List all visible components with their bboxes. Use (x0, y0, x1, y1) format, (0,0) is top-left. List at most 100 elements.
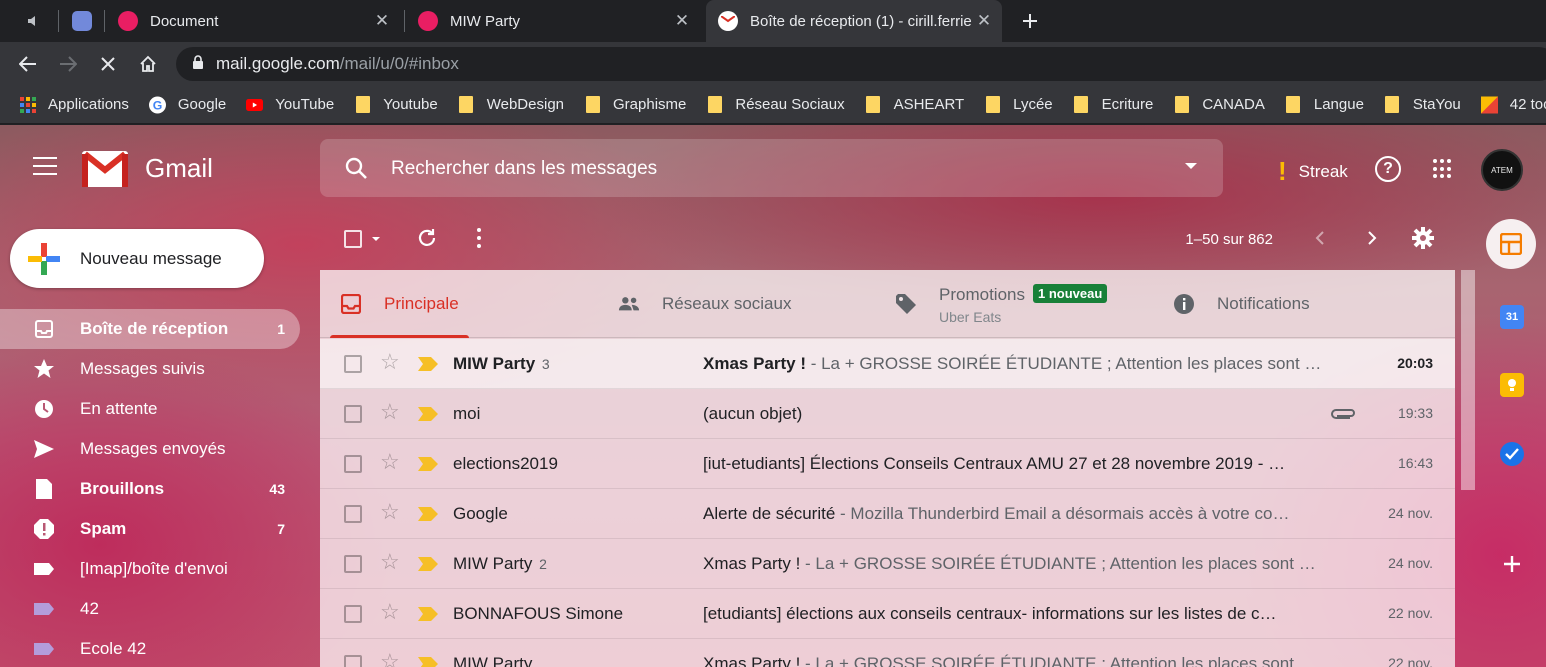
discord-tab-icon[interactable] (69, 8, 95, 34)
email-row[interactable]: ☆ MIW Party 3 Xmas Party ! - La + GROSSE… (320, 339, 1455, 389)
inbox-scrollbar[interactable] (1461, 270, 1475, 490)
email-row[interactable]: ☆ MIW Party 2 Xmas Party ! - La + GROSSE… (320, 539, 1455, 589)
bookmark-folder[interactable]: ASHEART (865, 96, 964, 113)
tab-miw-party[interactable]: MIW Party ✕ (408, 0, 702, 42)
row-checkbox[interactable] (344, 655, 362, 667)
url-path: /mail/u/0/#inbox (339, 54, 459, 73)
star-icon[interactable]: ☆ (380, 651, 400, 667)
google-apps-icon[interactable] (1433, 159, 1453, 179)
new-tab-icon[interactable] (1015, 6, 1045, 36)
speaker-icon[interactable] (21, 8, 47, 34)
important-marker-icon[interactable] (418, 357, 438, 371)
stop-loading-icon[interactable] (96, 52, 120, 76)
send-icon (33, 438, 55, 460)
tasks-icon[interactable] (1500, 442, 1524, 466)
important-marker-icon[interactable] (418, 407, 438, 421)
email-row[interactable]: ☆ Google Alerte de sécurité - Mozilla Th… (320, 489, 1455, 539)
bookmark-folder[interactable]: WebDesign (458, 96, 564, 113)
sender-name: MIW Party (453, 654, 533, 667)
sidebar-item-sent[interactable]: Messages envoyés (0, 429, 300, 469)
row-checkbox[interactable] (344, 505, 362, 523)
gmail-logo-icon[interactable] (82, 151, 128, 187)
sidebar-item-starred[interactable]: Messages suivis (0, 349, 300, 389)
tab-updates[interactable]: Notifications (1173, 270, 1310, 338)
settings-gear-icon[interactable] (1411, 226, 1435, 255)
tab-primary[interactable]: Principale (330, 270, 469, 338)
sidebar-item-inbox[interactable]: Boîte de réception 1 (0, 309, 300, 349)
close-tab-icon[interactable]: ✕ (974, 11, 994, 31)
row-checkbox[interactable] (344, 555, 362, 573)
bookmark-folder[interactable]: Lycée (984, 96, 1053, 113)
sidebar-item-snoozed[interactable]: En attente (0, 389, 300, 429)
keep-icon[interactable] (1500, 373, 1524, 397)
bookmark-folder[interactable]: Réseau Sociaux (706, 96, 845, 113)
tab-label: Principale (384, 294, 459, 313)
star-icon[interactable]: ☆ (380, 351, 400, 373)
search-icon[interactable] (344, 156, 368, 185)
star-icon[interactable]: ☆ (380, 451, 400, 473)
address-bar[interactable]: mail.google.com/mail/u/0/#inbox (176, 47, 1546, 81)
email-row[interactable]: ☆ moi (aucun objet) 19:33 (320, 389, 1455, 439)
calendar-icon[interactable]: 31 (1500, 305, 1524, 329)
tab-promotions[interactable]: Promotions 1 nouveau Uber Eats (895, 270, 1108, 338)
bookmark-folder[interactable]: Youtube (354, 96, 438, 113)
select-menu-icon[interactable] (372, 237, 380, 241)
bookmark-folder[interactable]: Langue (1285, 96, 1364, 113)
bookmark-google[interactable]: G Google (148, 96, 226, 113)
email-subject: Xmas Party ! (703, 554, 801, 573)
email-row[interactable]: ☆ elections2019 [iut-etudiants] Élection… (320, 439, 1455, 489)
bookmark-label: Lycée (1013, 96, 1053, 113)
newer-page-icon[interactable] (1315, 230, 1325, 251)
sidebar-item-drafts[interactable]: Brouillons 43 (0, 469, 300, 509)
bookmark-42-toolkit[interactable]: 42 toolk (1480, 96, 1546, 113)
star-icon[interactable]: ☆ (380, 601, 400, 623)
star-icon[interactable]: ☆ (380, 501, 400, 523)
row-checkbox[interactable] (344, 405, 362, 423)
important-marker-icon[interactable] (418, 457, 438, 471)
bookmark-folder[interactable]: Graphisme (584, 96, 686, 113)
bookmark-applications[interactable]: Applications (19, 96, 129, 113)
sidebar-item-ecole-42[interactable]: Ecole 42 (0, 629, 300, 667)
sidebar-item-spam[interactable]: Spam 7 (0, 509, 300, 549)
bookmark-folder[interactable]: CANADA (1173, 96, 1265, 113)
add-addon-icon[interactable] (1504, 556, 1520, 577)
bookmark-youtube[interactable]: YouTube (246, 96, 334, 113)
compose-button[interactable]: Nouveau message (10, 229, 264, 288)
row-checkbox[interactable] (344, 605, 362, 623)
search-bar[interactable]: Rechercher dans les messages (320, 139, 1223, 197)
email-date: 16:43 (1397, 455, 1433, 471)
close-tab-icon[interactable]: ✕ (372, 11, 392, 31)
main-menu-icon[interactable] (33, 157, 57, 175)
older-page-icon[interactable] (1367, 230, 1377, 251)
row-checkbox[interactable] (344, 355, 362, 373)
tab-label: Réseaux sociaux (662, 294, 792, 313)
home-icon[interactable] (136, 52, 160, 76)
close-tab-icon[interactable]: ✕ (672, 11, 692, 31)
email-row[interactable]: ☆ BONNAFOUS Simone [etudiants] élections… (320, 589, 1455, 639)
bookmark-folder[interactable]: StaYou (1384, 96, 1461, 113)
select-all-checkbox[interactable] (344, 230, 362, 248)
forward-icon[interactable] (56, 52, 80, 76)
search-options-icon[interactable] (1185, 163, 1197, 169)
streak-button[interactable]: ! Streak (1278, 156, 1348, 187)
star-icon[interactable]: ☆ (380, 401, 400, 423)
important-marker-icon[interactable] (418, 607, 438, 621)
sidebar-item-label-42[interactable]: 42 (0, 589, 300, 629)
streak-icon: ! (1278, 156, 1287, 186)
important-marker-icon[interactable] (418, 657, 438, 667)
bookmark-folder[interactable]: Ecriture (1073, 96, 1153, 113)
streak-panel-icon[interactable] (1486, 219, 1536, 269)
important-marker-icon[interactable] (418, 557, 438, 571)
help-icon[interactable]: ? (1375, 156, 1401, 182)
tab-gmail-inbox[interactable]: Boîte de réception (1) - cirill.ferrie ✕ (706, 0, 1002, 42)
email-row[interactable]: ☆ MIW Party Xmas Party ! - La + GROSSE S… (320, 639, 1455, 667)
important-marker-icon[interactable] (418, 507, 438, 521)
refresh-icon[interactable] (416, 227, 438, 254)
row-checkbox[interactable] (344, 455, 362, 473)
star-icon[interactable]: ☆ (380, 551, 400, 573)
tab-document[interactable]: Document ✕ (108, 0, 402, 42)
sidebar-item-imap-outbox[interactable]: [Imap]/boîte d'envoi (0, 549, 300, 589)
more-options-icon[interactable] (476, 227, 482, 254)
tab-social[interactable]: Réseaux sociaux (618, 270, 791, 338)
back-icon[interactable] (16, 52, 40, 76)
